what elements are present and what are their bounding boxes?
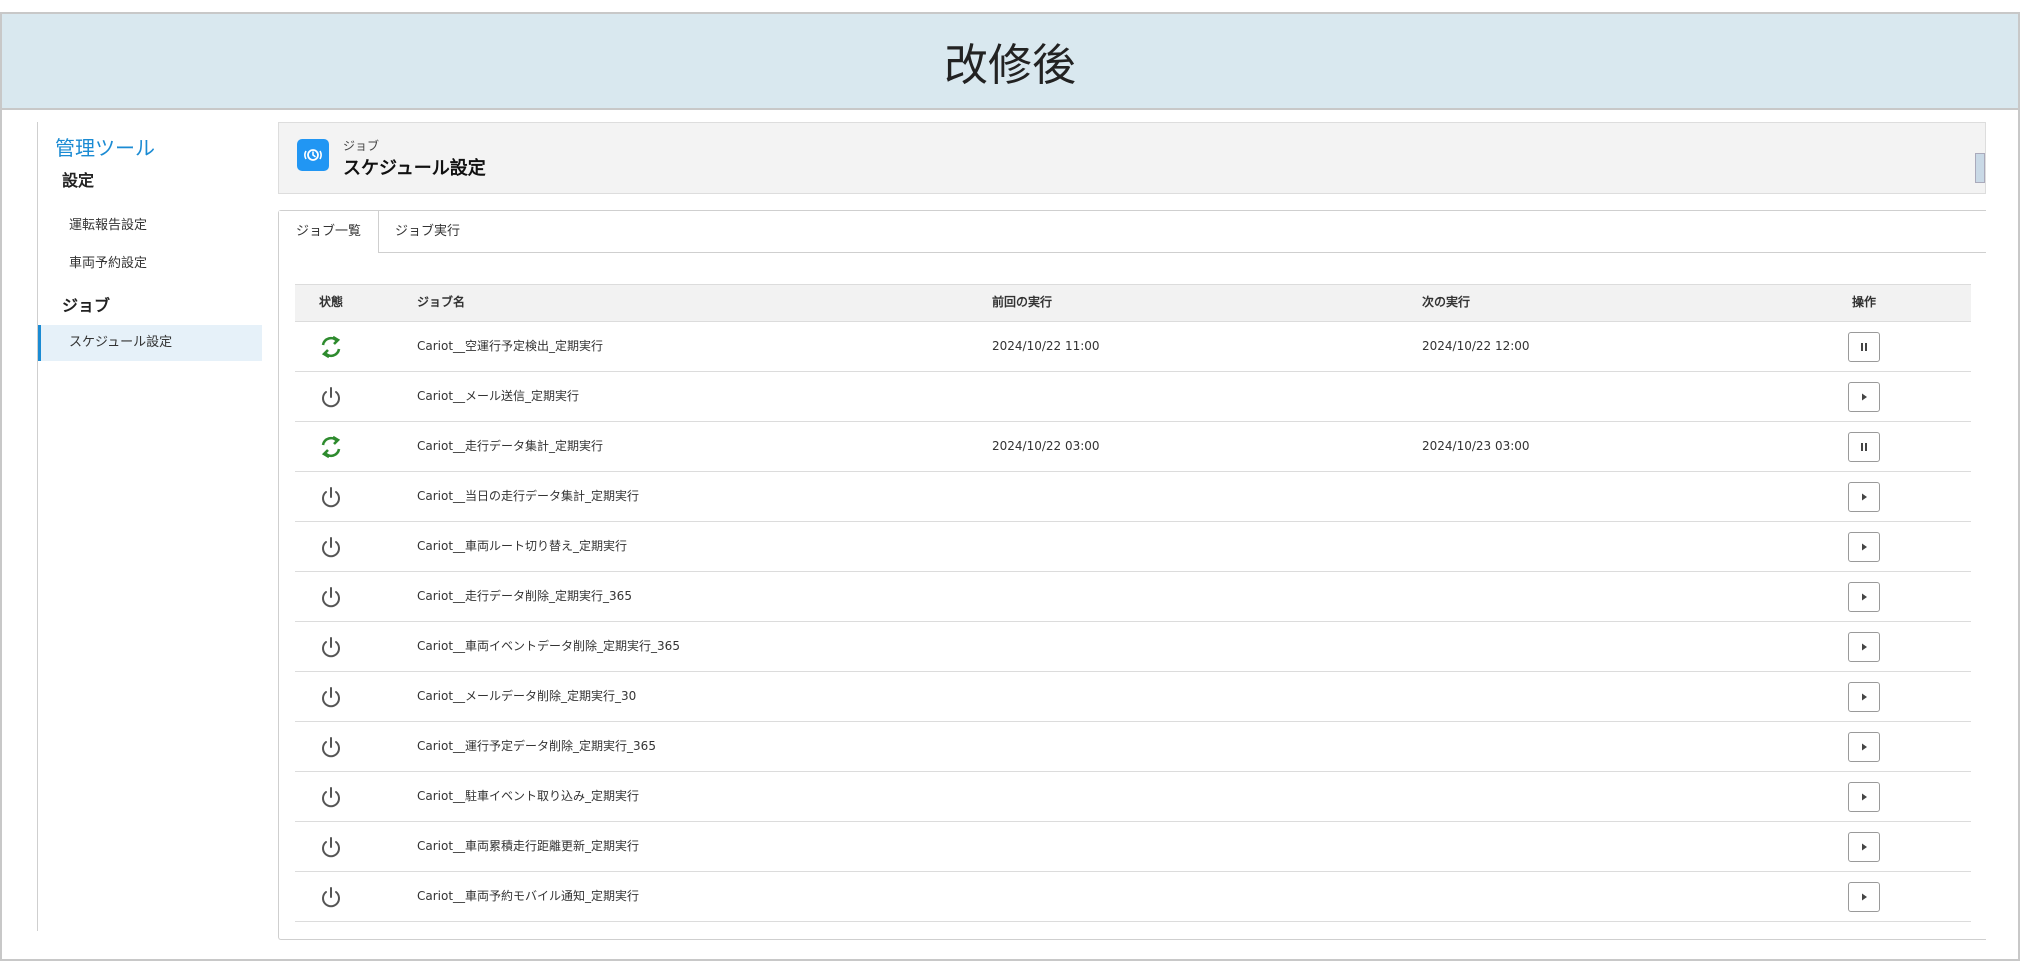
play-button[interactable] xyxy=(1848,532,1880,562)
play-button[interactable] xyxy=(1848,682,1880,712)
table-row: Cariot__車両イベントデータ削除_定期実行_365 xyxy=(295,622,1971,672)
power-status-icon xyxy=(318,534,344,560)
play-icon xyxy=(1859,392,1869,402)
play-icon xyxy=(1859,892,1869,902)
table-row: Cariot__車両累積走行距離更新_定期実行 xyxy=(295,822,1971,872)
table-row: Cariot__空運行予定検出_定期実行 2024/10/22 11:00 2024… xyxy=(295,322,1971,372)
main-content: ジョブ スケジュール設定 ジョブ一覧 ジョブ実行 状態 ジョブ名 前回の実行 次… xyxy=(278,122,1986,940)
play-icon xyxy=(1859,792,1869,802)
table-body: Cariot__空運行予定検出_定期実行 2024/10/22 11:00 2024… xyxy=(295,322,1971,922)
play-icon xyxy=(1859,742,1869,752)
power-status-icon xyxy=(318,684,344,710)
table-row: Cariot__走行データ削除_定期実行_365 xyxy=(295,572,1971,622)
header-next-run: 次の実行 xyxy=(1422,295,1471,309)
power-status-icon xyxy=(318,384,344,410)
page-header: ジョブ スケジュール設定 xyxy=(278,122,1986,194)
table-header: 状態 ジョブ名 前回の実行 次の実行 操作 xyxy=(295,284,1971,322)
play-button[interactable] xyxy=(1848,782,1880,812)
header-side-button[interactable] xyxy=(1975,153,1985,183)
power-status-icon xyxy=(318,634,344,660)
sidebar-section-settings: 設定 xyxy=(62,171,95,190)
page-eyebrow: ジョブ xyxy=(343,139,380,153)
job-name-cell: Cariot__車両ルート切り替え_定期実行 xyxy=(417,539,628,553)
pause-icon xyxy=(1859,442,1869,452)
job-name-cell: Cariot__当日の走行データ集計_定期実行 xyxy=(417,489,640,503)
job-name-cell: Cariot__メールデータ削除_定期実行_30 xyxy=(417,689,637,703)
play-button[interactable] xyxy=(1848,382,1880,412)
sidebar: 管理ツール 設定 運転報告設定 車両予約設定 ジョブ スケジュール設定 xyxy=(37,122,264,931)
job-name-cell: Cariot__メール送信_定期実行 xyxy=(417,389,580,403)
table-row: Cariot__駐車イベント取り込み_定期実行 xyxy=(295,772,1971,822)
job-name-cell: Cariot__車両予約モバイル通知_定期実行 xyxy=(417,889,640,903)
play-button[interactable] xyxy=(1848,732,1880,762)
job-table: 状態 ジョブ名 前回の実行 次の実行 操作 Cariot__空運行予定検出_定期… xyxy=(295,284,1971,922)
job-name-cell: Cariot__走行データ削除_定期実行_365 xyxy=(417,589,632,603)
table-row: Cariot__メール送信_定期実行 xyxy=(295,372,1971,422)
sync-status-icon xyxy=(318,434,344,460)
play-button[interactable] xyxy=(1848,582,1880,612)
play-icon xyxy=(1859,492,1869,502)
next-run-cell: 2024/10/23 03:00 xyxy=(1422,439,1530,453)
power-status-icon xyxy=(318,584,344,610)
header-action: 操作 xyxy=(1852,295,1877,309)
power-status-icon xyxy=(318,884,344,910)
screenshot-frame: 改修後 管理ツール 設定 運転報告設定 車両予約設定 ジョブ スケジュール設定 … xyxy=(0,12,2020,961)
tab-job-list[interactable]: ジョブ一覧 xyxy=(279,211,380,253)
table-row: Cariot__当日の走行データ集計_定期実行 xyxy=(295,472,1971,522)
banner-title: 改修後 xyxy=(2,14,2018,110)
power-status-icon xyxy=(318,734,344,760)
play-icon xyxy=(1859,842,1869,852)
play-button[interactable] xyxy=(1848,632,1880,662)
table-row: Cariot__車両ルート切り替え_定期実行 xyxy=(295,522,1971,572)
header-prev-run: 前回の実行 xyxy=(992,295,1053,309)
sync-status-icon xyxy=(318,334,344,360)
table-row: Cariot__走行データ集計_定期実行 2024/10/22 03:00 2024… xyxy=(295,422,1971,472)
prev-run-cell: 2024/10/22 03:00 xyxy=(992,439,1100,453)
sidebar-section-jobs: ジョブ xyxy=(62,296,111,315)
power-status-icon xyxy=(318,784,344,810)
job-name-cell: Cariot__車両累積走行距離更新_定期実行 xyxy=(417,839,640,853)
job-name-cell: Cariot__空運行予定検出_定期実行 xyxy=(417,339,604,353)
sidebar-title[interactable]: 管理ツール xyxy=(55,132,155,161)
job-name-cell: Cariot__運行予定データ削除_定期実行_365 xyxy=(417,739,656,753)
tab-job-run[interactable]: ジョブ実行 xyxy=(378,211,477,252)
table-row: Cariot__運行予定データ削除_定期実行_365 xyxy=(295,722,1971,772)
header-status: 状態 xyxy=(319,295,344,309)
play-button[interactable] xyxy=(1848,832,1880,862)
sidebar-item-schedule-settings[interactable]: スケジュール設定 xyxy=(38,325,262,361)
job-name-cell: Cariot__走行データ集計_定期実行 xyxy=(417,439,604,453)
sidebar-item-drive-report-settings[interactable]: 運転報告設定 xyxy=(38,208,262,244)
play-icon xyxy=(1859,542,1869,552)
table-row: Cariot__車両予約モバイル通知_定期実行 xyxy=(295,872,1971,922)
pause-button[interactable] xyxy=(1848,432,1880,462)
play-icon xyxy=(1859,642,1869,652)
pause-button[interactable] xyxy=(1848,332,1880,362)
clock-sync-icon xyxy=(297,139,329,171)
table-row: Cariot__メールデータ削除_定期実行_30 xyxy=(295,672,1971,722)
pause-icon xyxy=(1859,342,1869,352)
prev-run-cell: 2024/10/22 11:00 xyxy=(992,339,1100,353)
play-icon xyxy=(1859,592,1869,602)
job-name-cell: Cariot__駐車イベント取り込み_定期実行 xyxy=(417,789,640,803)
power-status-icon xyxy=(318,834,344,860)
play-button[interactable] xyxy=(1848,882,1880,912)
sidebar-item-vehicle-reservation-settings[interactable]: 車両予約設定 xyxy=(38,246,262,282)
power-status-icon xyxy=(318,484,344,510)
next-run-cell: 2024/10/22 12:00 xyxy=(1422,339,1530,353)
play-button[interactable] xyxy=(1848,482,1880,512)
job-name-cell: Cariot__車両イベントデータ削除_定期実行_365 xyxy=(417,639,680,653)
header-job-name: ジョブ名 xyxy=(417,295,466,309)
job-card: ジョブ一覧 ジョブ実行 状態 ジョブ名 前回の実行 次の実行 操作 Cariot… xyxy=(278,210,1986,940)
play-icon xyxy=(1859,692,1869,702)
tab-bar: ジョブ一覧 ジョブ実行 xyxy=(279,211,1986,253)
page-title: スケジュール設定 xyxy=(343,158,486,179)
